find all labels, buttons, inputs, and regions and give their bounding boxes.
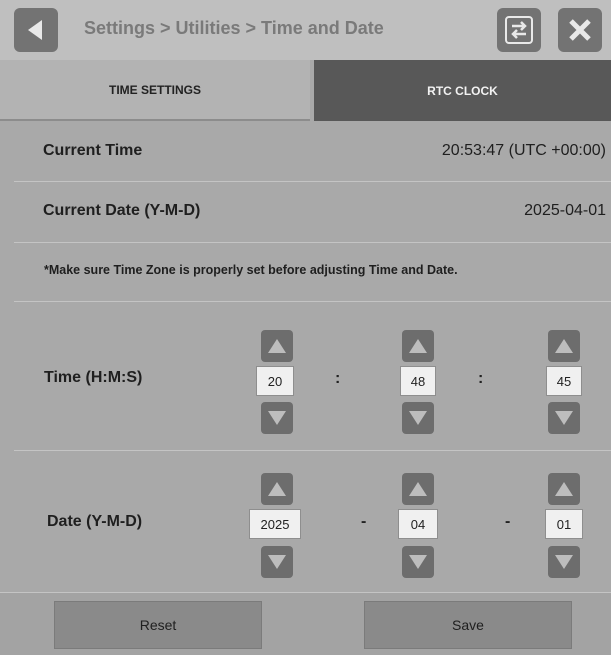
minutes-field[interactable]: 48 [400, 366, 436, 396]
back-button[interactable] [14, 8, 58, 52]
date-edit-row: Date (Y-M-D) [14, 451, 611, 591]
current-time-label: Current Time [43, 142, 143, 159]
date-separator-1: - [361, 513, 367, 530]
time-separator-2: : [478, 370, 484, 387]
reset-button[interactable]: Reset [54, 601, 262, 649]
triangle-down-icon [409, 411, 427, 425]
triangle-up-icon [268, 482, 286, 496]
current-date-label: Current Date (Y-M-D) [43, 202, 201, 219]
triangle-up-icon [555, 482, 573, 496]
year-up-button[interactable] [261, 473, 293, 505]
day-field[interactable]: 01 [545, 509, 583, 539]
month-field[interactable]: 04 [398, 509, 438, 539]
triangle-down-icon [555, 411, 573, 425]
month-up-button[interactable] [402, 473, 434, 505]
current-time-row: Current Time 20:53:47 (UTC +00:00) [14, 121, 611, 182]
tab-time-settings[interactable]: TIME SETTINGS [0, 60, 310, 121]
triangle-down-icon [268, 555, 286, 569]
save-button[interactable]: Save [364, 601, 572, 649]
header-bar: Settings > Utilities > Time and Date [0, 0, 611, 60]
triangle-up-icon [409, 339, 427, 353]
date-separator-2: - [505, 513, 511, 530]
time-edit-label: Time (H:M:S) [44, 369, 143, 386]
note-row [14, 243, 611, 302]
triangle-down-icon [268, 411, 286, 425]
seconds-up-button[interactable] [548, 330, 580, 362]
back-arrow-icon [28, 20, 42, 40]
hours-up-button[interactable] [261, 330, 293, 362]
day-down-button[interactable] [548, 546, 580, 578]
month-down-button[interactable] [402, 546, 434, 578]
triangle-up-icon [555, 339, 573, 353]
close-button[interactable] [558, 8, 602, 52]
page-title: Settings > Utilities > Time and Date [84, 18, 384, 38]
current-date-row: Current Date (Y-M-D) 2025-04-01 [14, 182, 611, 243]
current-date-value: 2025-04-01 [524, 202, 606, 219]
tab-bar: TIME SETTINGS RTC CLOCK [0, 60, 611, 121]
triangle-down-icon [409, 555, 427, 569]
seconds-field[interactable]: 45 [546, 366, 582, 396]
triangle-up-icon [268, 339, 286, 353]
hours-field[interactable]: 20 [256, 366, 294, 396]
current-time-value: 20:53:47 (UTC +00:00) [441, 142, 606, 159]
seconds-down-button[interactable] [548, 402, 580, 434]
year-field[interactable]: 2025 [249, 509, 301, 539]
swap-arrows-icon [505, 16, 533, 44]
hours-down-button[interactable] [261, 402, 293, 434]
footer-bar: Reset Save [0, 592, 611, 655]
triangle-down-icon [555, 555, 573, 569]
minutes-up-button[interactable] [402, 330, 434, 362]
day-up-button[interactable] [548, 473, 580, 505]
swap-button[interactable] [497, 8, 541, 52]
date-edit-label: Date (Y-M-D) [47, 513, 143, 530]
year-down-button[interactable] [261, 546, 293, 578]
tab-rtc-clock[interactable]: RTC CLOCK [314, 60, 611, 121]
time-edit-row: Time (H:M:S) [14, 302, 611, 451]
minutes-down-button[interactable] [402, 402, 434, 434]
triangle-up-icon [409, 482, 427, 496]
close-icon [569, 19, 591, 41]
time-separator-1: : [335, 370, 341, 387]
